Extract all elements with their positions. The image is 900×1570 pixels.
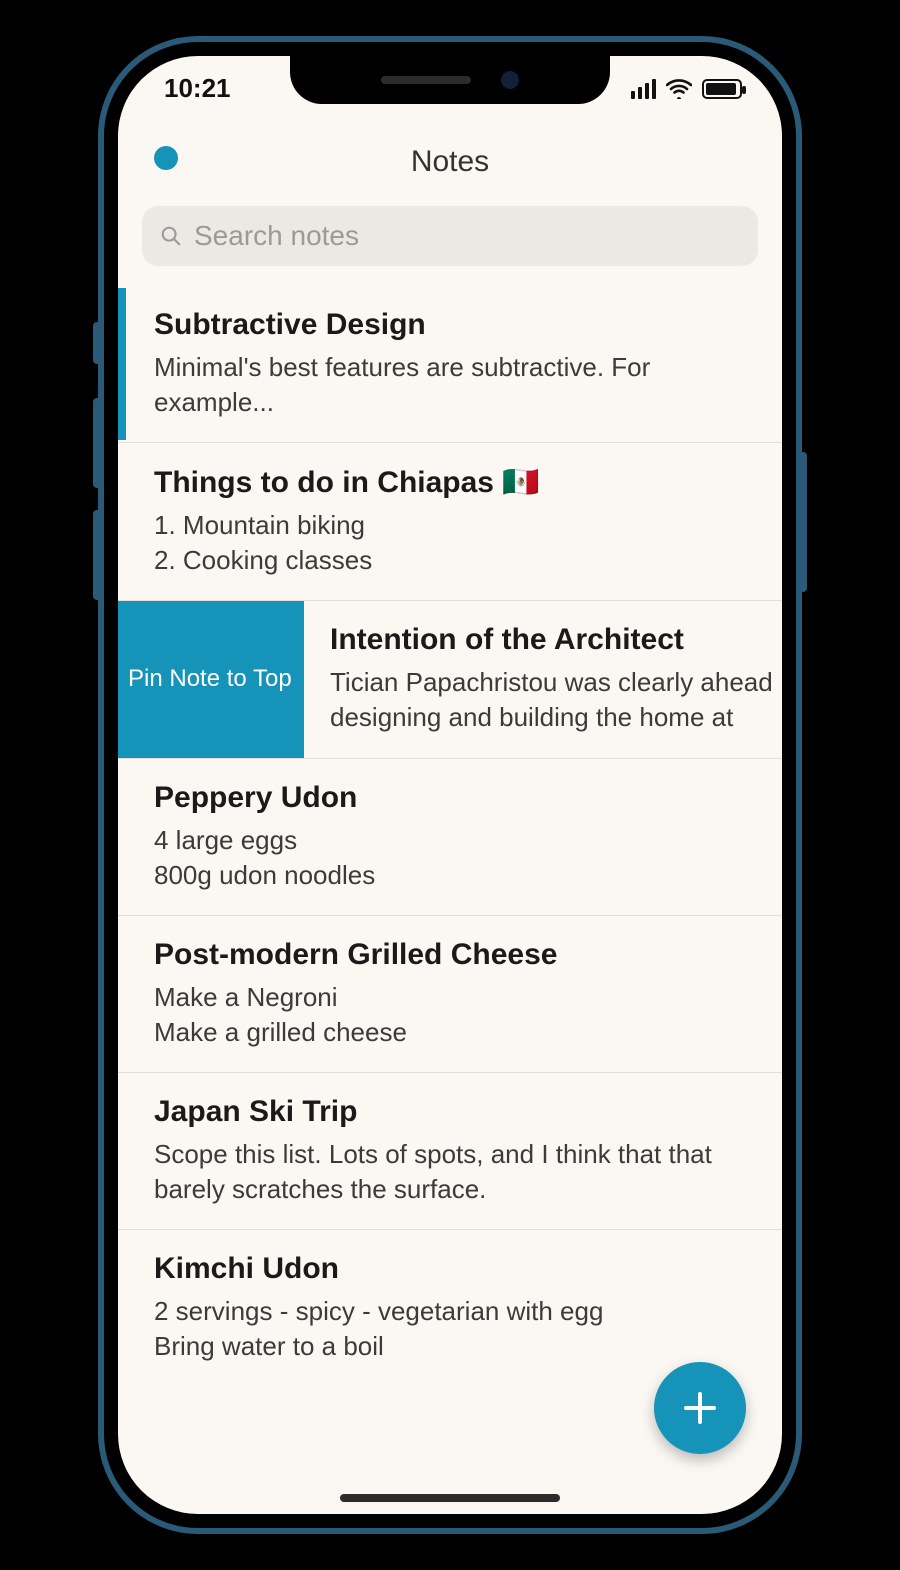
note-row[interactable]: Kimchi Udon 2 servings - spicy - vegetar… bbox=[118, 1230, 782, 1386]
note-title: Peppery Udon bbox=[154, 781, 752, 815]
pin-note-button[interactable]: Pin Note to Top bbox=[118, 601, 304, 757]
home-indicator[interactable] bbox=[340, 1494, 560, 1502]
note-row[interactable]: Peppery Udon 4 large eggs 800g udon nood… bbox=[118, 759, 782, 916]
note-row[interactable]: Things to do in Chiapas 🇲🇽 1. Mountain b… bbox=[118, 443, 782, 601]
note-title: Intention of the Architect bbox=[330, 623, 782, 657]
note-title: Post-modern Grilled Cheese bbox=[154, 938, 752, 972]
volume-up-button bbox=[93, 398, 101, 488]
page-title: Notes bbox=[411, 145, 489, 179]
power-button bbox=[799, 452, 807, 592]
note-row[interactable]: Japan Ski Trip Scope this list. Lots of … bbox=[118, 1073, 782, 1230]
status-time: 10:21 bbox=[158, 73, 231, 104]
navbar: Notes bbox=[118, 132, 782, 192]
search-placeholder: Search notes bbox=[194, 220, 359, 252]
plus-icon bbox=[678, 1386, 722, 1430]
note-preview: Tician Papachristou was clearly ahead de… bbox=[330, 665, 782, 735]
device-notch bbox=[290, 56, 610, 104]
note-preview: 1. Mountain biking 2. Cooking classes bbox=[154, 508, 752, 578]
menu-dot-button[interactable] bbox=[154, 146, 178, 170]
phone-frame: 10:21 bbox=[98, 36, 802, 1534]
note-preview: 4 large eggs 800g udon noodles bbox=[154, 823, 752, 893]
note-row[interactable]: Post-modern Grilled Cheese Make a Negron… bbox=[118, 916, 782, 1073]
note-row[interactable]: Subtractive Design Minimal's best featur… bbox=[118, 286, 782, 443]
screen: 10:21 bbox=[118, 56, 782, 1514]
note-preview: Minimal's best features are subtractive.… bbox=[154, 350, 752, 420]
note-title: Things to do in Chiapas 🇲🇽 bbox=[154, 465, 752, 500]
note-preview: Scope this list. Lots of spots, and I th… bbox=[154, 1137, 752, 1207]
silence-switch bbox=[93, 322, 101, 364]
search-input[interactable]: Search notes bbox=[142, 206, 758, 266]
note-preview: Make a Negroni Make a grilled cheese bbox=[154, 980, 752, 1050]
volume-down-button bbox=[93, 510, 101, 600]
add-note-button[interactable] bbox=[654, 1362, 746, 1454]
note-title: Japan Ski Trip bbox=[154, 1095, 752, 1129]
speaker-grille bbox=[381, 76, 471, 84]
wifi-icon bbox=[666, 79, 692, 99]
battery-icon bbox=[702, 79, 742, 99]
note-title: Subtractive Design bbox=[154, 308, 752, 342]
front-camera bbox=[501, 71, 519, 89]
note-list[interactable]: Subtractive Design Minimal's best featur… bbox=[118, 286, 782, 1514]
note-row-swiped[interactable]: Pin Note to Top Intention of the Archite… bbox=[118, 601, 782, 758]
search-icon bbox=[160, 225, 182, 247]
cellular-signal-icon bbox=[631, 79, 656, 99]
note-row-content[interactable]: Intention of the Architect Tician Papach… bbox=[304, 601, 782, 757]
note-preview: 2 servings - spicy - vegetarian with egg… bbox=[154, 1294, 752, 1364]
note-title: Kimchi Udon bbox=[154, 1252, 752, 1286]
